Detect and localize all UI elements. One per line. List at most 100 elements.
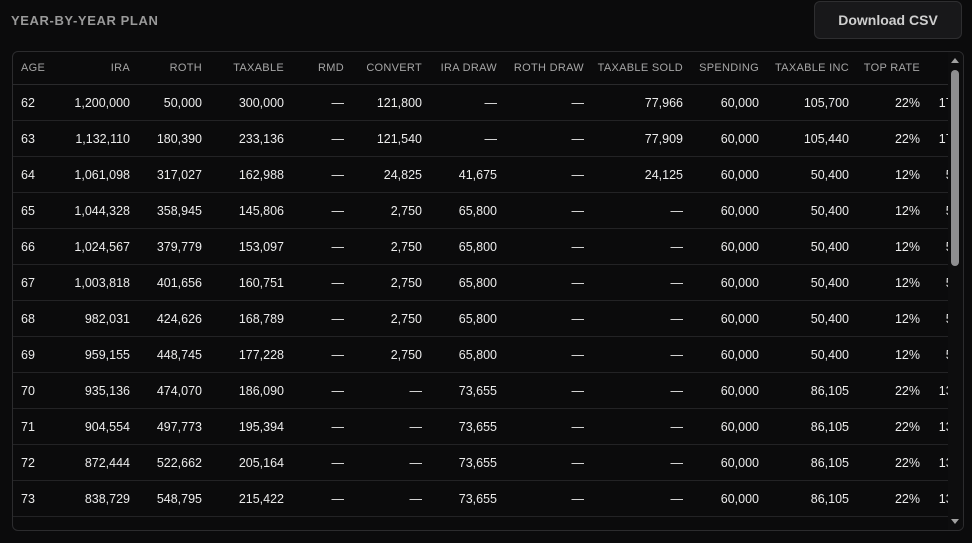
table-cell: — <box>292 516 352 530</box>
table-cell: — <box>505 408 592 445</box>
table-cell: 215,422 <box>210 480 292 517</box>
table-row: 74803,327576,235226,193——73,655——60,0008… <box>13 516 963 530</box>
table-cell: 73,655 <box>430 372 505 409</box>
column-header-roth-draw: ROTH DRAW <box>505 52 592 85</box>
table-cell: — <box>592 264 691 301</box>
table-cell: 22% <box>857 480 928 517</box>
table-cell: 497,773 <box>138 408 210 445</box>
table-cell: 65,800 <box>430 192 505 229</box>
table-cell: 448,745 <box>138 336 210 373</box>
table-cell: 73,655 <box>430 408 505 445</box>
table-cell: 233,136 <box>210 120 292 157</box>
scrollbar-thumb[interactable] <box>951 70 959 266</box>
table-row: 68 982,031 424,626 168,789—2,750 65,800— —60,… <box>13 300 963 337</box>
table-cell: 474,070 <box>138 372 210 409</box>
table-cell: 86,105 <box>767 480 857 517</box>
table-row: 65 1,044,328 358,945 145,806—2,750 65,800— —6… <box>13 192 963 229</box>
table-cell: 62 <box>13 84 63 121</box>
column-header-age: AGE <box>13 52 63 85</box>
table-cell: 60,000 <box>691 120 767 157</box>
table-cell: — <box>505 516 592 530</box>
table-cell: 73,655 <box>430 444 505 481</box>
table-cell: 12% <box>857 264 928 301</box>
table-cell: 86,105 <box>767 372 857 409</box>
table-cell: 72 <box>13 444 63 481</box>
table-cell: 68 <box>13 300 63 337</box>
table-cell: — <box>505 192 592 229</box>
table-cell: 69 <box>13 336 63 373</box>
table-cell: 145,806 <box>210 192 292 229</box>
table-cell: — <box>505 444 592 481</box>
table-cell: — <box>592 228 691 265</box>
table-cell: — <box>292 192 352 229</box>
column-header-taxable-inc: TAXABLE INC <box>767 52 857 85</box>
table-cell: 160,751 <box>210 264 292 301</box>
table-cell: 358,945 <box>138 192 210 229</box>
table-row: 70 935,136 474,070 186,090— —73,655— —60,000 8… <box>13 372 963 409</box>
table-cell: 168,789 <box>210 300 292 337</box>
column-header-convert: CONVERT <box>352 52 430 85</box>
table-cell: 60,000 <box>691 444 767 481</box>
table-cell: 872,444 <box>63 444 138 481</box>
table-cell: 1,024,567 <box>63 228 138 265</box>
table-cell: 65 <box>13 192 63 229</box>
table-cell: 1,003,818 <box>63 264 138 301</box>
table-cell: — <box>430 120 505 157</box>
table-cell: 71 <box>13 408 63 445</box>
table-cell: 65,800 <box>430 300 505 337</box>
table-row: 67 1,003,818 401,656 160,751—2,750 65,800— —6… <box>13 264 963 301</box>
scroll-up-arrow-icon[interactable] <box>951 58 959 63</box>
table-cell: 904,554 <box>63 408 138 445</box>
table-cell: 50,400 <box>767 156 857 193</box>
table-cell: 65,800 <box>430 264 505 301</box>
table-cell: 64 <box>13 156 63 193</box>
table-cell: 60,000 <box>691 192 767 229</box>
table-cell: — <box>592 336 691 373</box>
table-row: 62 1,200,000 50,000 300,000—121,800— —77,966… <box>13 84 963 121</box>
column-header-ira-draw: IRA DRAW <box>430 52 505 85</box>
table-cell: 86,105 <box>767 516 857 530</box>
table-cell: 153,097 <box>210 228 292 265</box>
table-cell: — <box>592 372 691 409</box>
table-cell: — <box>592 444 691 481</box>
table-cell: — <box>592 480 691 517</box>
table-cell: 22% <box>857 372 928 409</box>
table-cell: — <box>292 156 352 193</box>
table-cell: — <box>505 480 592 517</box>
table-cell: 60,000 <box>691 372 767 409</box>
table-cell: — <box>352 372 430 409</box>
download-csv-button[interactable]: Download CSV <box>814 1 962 39</box>
table-cell: — <box>505 300 592 337</box>
table-cell: 317,027 <box>138 156 210 193</box>
scroll-down-arrow-icon[interactable] <box>951 519 959 524</box>
table-cell: 1,200,000 <box>63 84 138 121</box>
table-cell: — <box>292 444 352 481</box>
table-cell: 50,400 <box>767 336 857 373</box>
table-cell: — <box>292 480 352 517</box>
table-cell: — <box>505 120 592 157</box>
table-cell: — <box>292 336 352 373</box>
table-cell: — <box>505 264 592 301</box>
year-by-year-table-container[interactable]: AGE IRA ROTH TAXABLE RMD CONVERT IRA DRAW ROTH … <box>12 51 964 531</box>
table-cell: 22% <box>857 408 928 445</box>
table-cell: 70 <box>13 372 63 409</box>
column-header-taxable: TAXABLE <box>210 52 292 85</box>
column-header-ira: IRA <box>63 52 138 85</box>
table-cell: — <box>292 228 352 265</box>
vertical-scrollbar[interactable] <box>948 52 963 530</box>
table-cell: 67 <box>13 264 63 301</box>
table-row: 64 1,061,098 317,027 162,988—24,825 41,675—2… <box>13 156 963 193</box>
table-cell: — <box>292 372 352 409</box>
table-cell: 22% <box>857 444 928 481</box>
table-cell: — <box>505 228 592 265</box>
table-cell: 12% <box>857 336 928 373</box>
table-cell: 12% <box>857 192 928 229</box>
table-cell: 60,000 <box>691 84 767 121</box>
table-cell: 1,044,328 <box>63 192 138 229</box>
table-cell: — <box>352 480 430 517</box>
table-cell: 121,540 <box>352 120 430 157</box>
table-cell: 60,000 <box>691 300 767 337</box>
table-cell: 186,090 <box>210 372 292 409</box>
table-cell: 12% <box>857 228 928 265</box>
table-cell: 60,000 <box>691 264 767 301</box>
